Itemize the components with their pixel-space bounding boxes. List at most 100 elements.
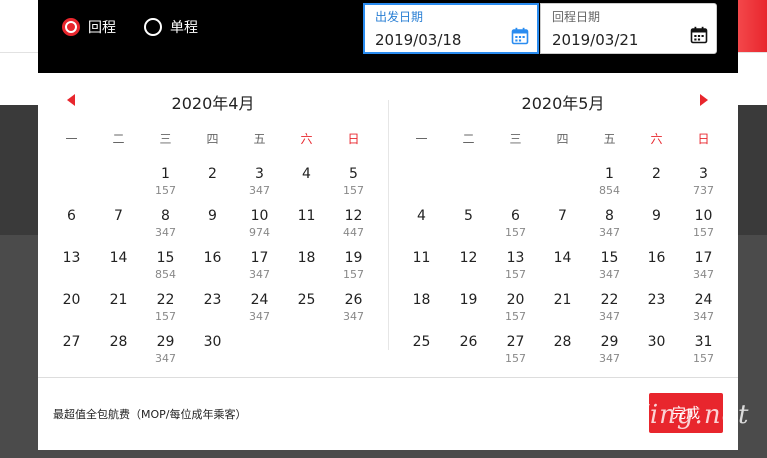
day-cell[interactable]: 9 (633, 207, 680, 249)
depart-date-field[interactable]: 出发日期 2019/03/18 (363, 3, 539, 54)
day-cell[interactable]: 14 (95, 249, 142, 291)
day-number: 5 (464, 208, 473, 224)
trip-type-radio-group: 回程 单程 (62, 17, 226, 37)
radio-label: 单程 (170, 20, 198, 36)
day-number: 26 (344, 292, 363, 308)
day-cell[interactable]: 8 347 (142, 207, 189, 249)
day-cell[interactable]: 16 (633, 249, 680, 291)
day-cell[interactable]: 20 (48, 291, 95, 333)
day-cell[interactable]: 12 (445, 249, 492, 291)
day-price: 347 (599, 268, 620, 281)
month-title: 2020年5月 (521, 94, 605, 113)
day-cell[interactable]: 25 (398, 333, 445, 375)
day-cell[interactable]: 22 347 (586, 291, 633, 333)
day-cell[interactable]: 30 (633, 333, 680, 375)
day-cell[interactable]: 7 (95, 207, 142, 249)
day-number: 5 (349, 166, 358, 182)
day-cell[interactable]: 18 (283, 249, 330, 291)
day-cell[interactable]: 19 (445, 291, 492, 333)
day-cell[interactable]: 10 157 (680, 207, 727, 249)
day-cell[interactable]: 10 974 (236, 207, 283, 249)
day-cell[interactable]: 27 157 (492, 333, 539, 375)
depart-date-value: 2019/03/18 (375, 31, 462, 49)
day-cell[interactable]: 13 157 (492, 249, 539, 291)
calendar-icon[interactable] (511, 27, 529, 45)
day-cell[interactable]: 28 (539, 333, 586, 375)
trip-type-round-trip[interactable]: 回程 (62, 17, 116, 37)
day-cell[interactable]: 15 347 (586, 249, 633, 291)
day-cell[interactable]: 3 347 (236, 165, 283, 207)
weekday-label: 六 (650, 132, 663, 146)
day-cell[interactable]: 24 347 (680, 291, 727, 333)
weekday-label: 二 (462, 132, 475, 146)
done-button[interactable]: 完成 (649, 393, 723, 433)
trip-type-one-way[interactable]: 单程 (144, 17, 198, 37)
return-date-field[interactable]: 回程日期 2019/03/21 (540, 3, 717, 54)
day-number: 15 (156, 250, 175, 266)
day-price: 974 (249, 226, 270, 239)
calendar-icon[interactable] (690, 26, 708, 44)
day-cell[interactable]: 1 854 (586, 165, 633, 207)
day-cell[interactable]: 22 157 (142, 291, 189, 333)
day-price: 854 (599, 184, 620, 197)
date-picker-modal: 回程 单程 出发日期 2019/03/18 回程日期 2019/03/21 20… (38, 0, 738, 450)
day-cell[interactable]: 3 737 (680, 165, 727, 207)
day-cell[interactable]: 29 347 (142, 333, 189, 375)
month-title: 2020年4月 (171, 94, 255, 113)
day-cell[interactable]: 9 (189, 207, 236, 249)
day-cell[interactable]: 19 157 (330, 249, 377, 291)
day-number: 27 (62, 334, 81, 350)
day-cell[interactable]: 14 (539, 249, 586, 291)
day-price: 347 (249, 184, 270, 197)
day-cell[interactable]: 11 (283, 207, 330, 249)
day-cell[interactable]: 25 (283, 291, 330, 333)
day-cell[interactable]: 8 347 (586, 207, 633, 249)
day-number: 26 (459, 334, 478, 350)
day-cell[interactable]: 23 (633, 291, 680, 333)
day-cell[interactable]: 7 (539, 207, 586, 249)
day-number: 23 (203, 292, 222, 308)
day-cell[interactable]: 31 157 (680, 333, 727, 375)
radio-unchecked-icon (144, 18, 162, 36)
day-cell[interactable]: 20 157 (492, 291, 539, 333)
day-price: 854 (155, 268, 176, 281)
day-price: 157 (505, 352, 526, 365)
day-number: 11 (412, 250, 431, 266)
day-cell[interactable]: 13 (48, 249, 95, 291)
day-cell[interactable]: 26 (445, 333, 492, 375)
day-number: 8 (605, 208, 614, 224)
day-cell[interactable]: 29 347 (586, 333, 633, 375)
day-cell[interactable]: 4 (283, 165, 330, 207)
day-number: 15 (600, 250, 619, 266)
day-cell[interactable]: 21 (539, 291, 586, 333)
day-cell[interactable]: 6 157 (492, 207, 539, 249)
day-number: 13 (62, 250, 81, 266)
day-cell[interactable]: 17 347 (680, 249, 727, 291)
day-cell[interactable]: 4 (398, 207, 445, 249)
day-cell[interactable]: 24 347 (236, 291, 283, 333)
day-cell[interactable]: 17 347 (236, 249, 283, 291)
day-cell[interactable]: 5 (445, 207, 492, 249)
day-cell[interactable]: 21 (95, 291, 142, 333)
day-cell[interactable]: 16 (189, 249, 236, 291)
depart-date-label: 出发日期 (375, 10, 424, 24)
day-cell[interactable]: 18 (398, 291, 445, 333)
day-cell[interactable]: 23 (189, 291, 236, 333)
day-cell[interactable]: 6 (48, 207, 95, 249)
day-number: 20 (506, 292, 525, 308)
day-cell[interactable]: 2 (189, 165, 236, 207)
weekday-label: 日 (697, 132, 710, 146)
day-cell[interactable]: 15 854 (142, 249, 189, 291)
day-cell[interactable]: 28 (95, 333, 142, 375)
day-cell[interactable]: 27 (48, 333, 95, 375)
day-cell[interactable]: 1 157 (142, 165, 189, 207)
day-price: 157 (693, 226, 714, 239)
day-cell[interactable]: 30 (189, 333, 236, 375)
day-number: 4 (417, 208, 426, 224)
day-cell[interactable]: 12 447 (330, 207, 377, 249)
day-price: 347 (599, 226, 620, 239)
day-cell[interactable]: 5 157 (330, 165, 377, 207)
day-cell[interactable]: 2 (633, 165, 680, 207)
day-cell[interactable]: 26 347 (330, 291, 377, 333)
day-cell[interactable]: 11 (398, 249, 445, 291)
